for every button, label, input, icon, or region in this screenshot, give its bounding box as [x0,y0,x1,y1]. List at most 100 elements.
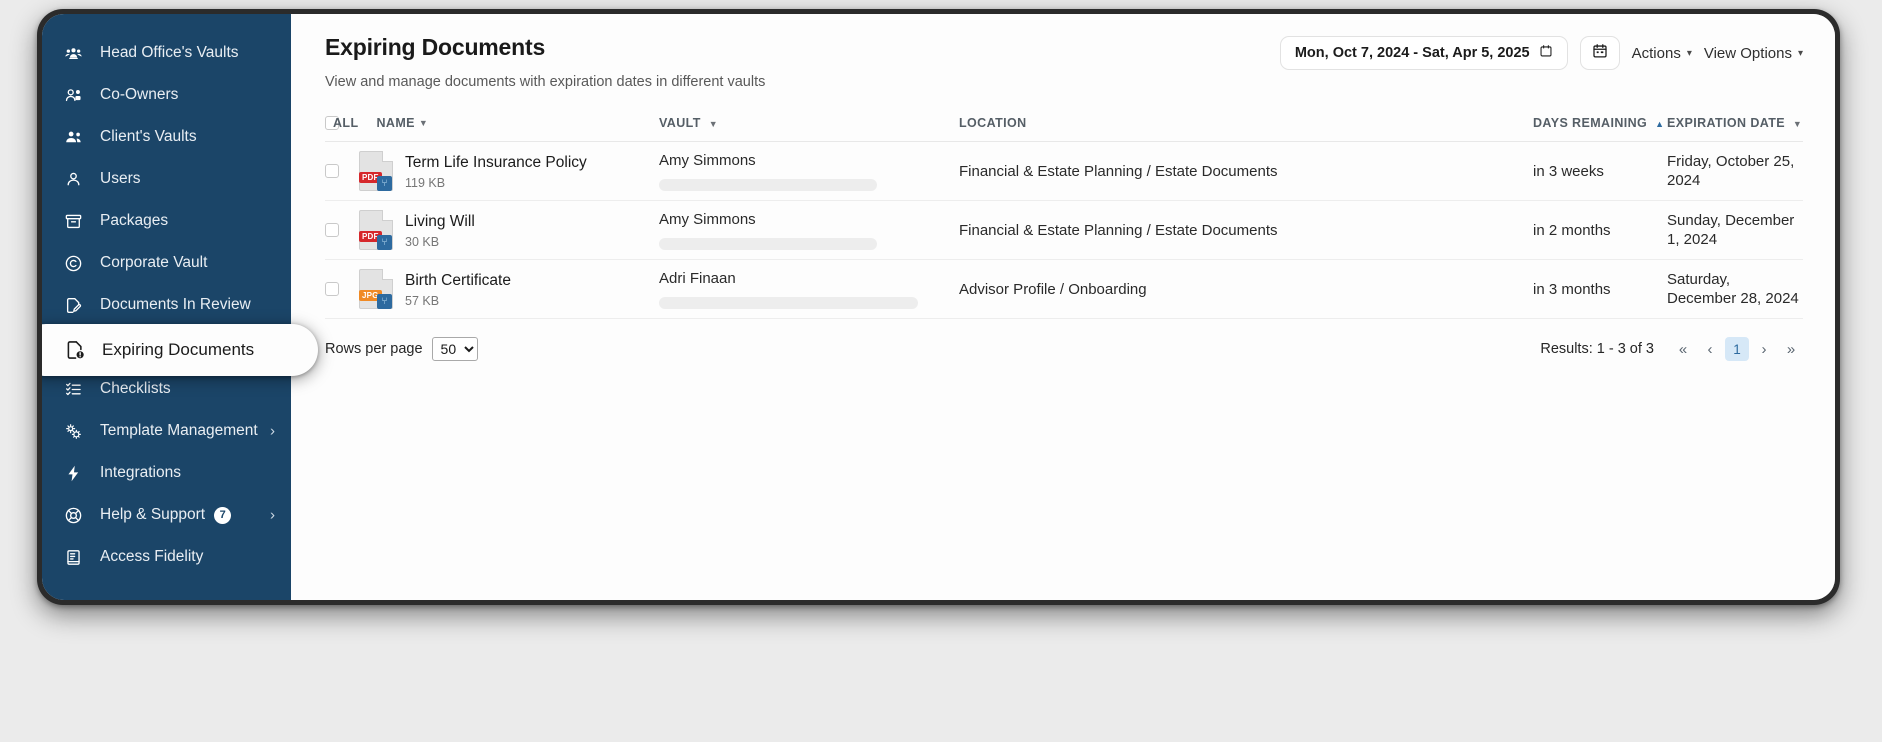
column-header-vault-label: VAULT [659,116,701,130]
sort-descending-icon: ▼ [419,118,428,128]
sidebar-item-label: Client's Vaults [100,128,197,146]
row-location-cell: Advisor Profile / Onboarding [959,280,1533,299]
sidebar-item-label: Head Office's Vaults [100,44,239,62]
document-name: Birth Certificate [405,271,511,290]
view-options-menu-button[interactable]: View Options ▾ [1704,45,1803,62]
row-checkbox[interactable] [325,223,339,237]
row-checkbox[interactable] [325,164,339,178]
main-content: Expiring Documents View and manage docum… [291,14,1835,600]
column-header-location[interactable]: LOCATION [959,116,1533,130]
document-size: 119 KB [405,176,587,190]
chevron-down-icon: ▾ [1798,48,1803,59]
help-support-badge: 7 [214,507,231,524]
results-count: Results: 1 - 3 of 3 [1540,341,1654,357]
user-icon [64,170,90,189]
page-header: Expiring Documents View and manage docum… [325,34,1803,90]
column-header-expiration-date[interactable]: EXPIRATION DATE ▼ [1667,116,1803,130]
table-row[interactable]: PDF ⑂ Living Will 30 KB Amy Simmons Fina… [325,201,1803,260]
actions-menu-button[interactable]: Actions ▾ [1632,45,1692,62]
sidebar-item-template-management[interactable]: Template Management › [42,410,291,452]
checklist-icon [64,380,90,399]
table-row[interactable]: JPG ⑂ Birth Certificate 57 KB Adri Finaa… [325,260,1803,319]
sidebar-item-integrations[interactable]: Integrations [42,452,291,494]
sidebar-item-label: Template Management [100,422,258,440]
sidebar-item-expiring-documents[interactable]: Expiring Documents [42,324,318,376]
chevron-right-icon: › [270,424,275,439]
lightning-bolt-icon [64,464,90,483]
row-name-cell: PDF ⑂ Living Will 30 KB [359,210,659,250]
row-vault-cell: Amy Simmons [659,151,959,191]
last-page-button[interactable]: » [1779,337,1803,361]
row-select-cell [325,164,359,178]
sidebar-item-label: Expiring Documents [102,340,254,360]
sidebar-item-packages[interactable]: Packages [42,200,291,242]
sidebar-item-label: Documents In Review [100,296,251,314]
column-header-vault[interactable]: VAULT ▼ [659,116,959,130]
first-page-button[interactable]: « [1671,337,1695,361]
pagination: Results: 1 - 3 of 3 « ‹ 1 › » [1540,337,1803,361]
table-row[interactable]: PDF ⑂ Term Life Insurance Policy 119 KB … [325,142,1803,201]
document-name: Term Life Insurance Policy [405,153,587,172]
vault-badge-icon: ⑂ [377,235,392,250]
page-number-button[interactable]: 1 [1725,337,1749,361]
document-size: 57 KB [405,294,511,308]
row-vault-cell: Adri Finaan [659,269,959,309]
sidebar-item-label: Integrations [100,464,181,482]
sidebar-item-access-fidelity[interactable]: Access Fidelity [42,536,291,578]
calendar-icon [1539,44,1553,62]
select-all-label: ALL [333,116,359,130]
sidebar-item-clients-vaults[interactable]: Client's Vaults [42,116,291,158]
chevron-right-icon: › [270,508,275,523]
app-window-content: Head Office's Vaults Co-Owners [42,14,1835,600]
vault-placeholder-bar [659,297,918,309]
column-header-location-label: LOCATION [959,116,1027,130]
row-days-remaining-cell: in 3 months [1533,280,1667,299]
users-icon [64,128,90,147]
rows-per-page-select[interactable]: 50 [432,337,478,361]
page-subtitle: View and manage documents with expiratio… [325,74,765,90]
next-page-button[interactable]: › [1752,337,1776,361]
calendar-picker-button[interactable] [1580,36,1620,70]
rows-per-page-label: Rows per page [325,341,423,357]
sidebar-item-co-owners[interactable]: Co-Owners [42,74,291,116]
sidebar-item-documents-in-review[interactable]: Documents In Review [42,284,291,326]
chevron-down-icon: ▾ [1687,48,1692,59]
column-header-name[interactable]: ALL NAME ▼ [359,116,659,130]
sidebar-item-corporate-vault[interactable]: Corporate Vault [42,242,291,284]
document-size: 30 KB [405,235,475,249]
sidebar-item-label: Users [100,170,140,188]
row-name-cell: PDF ⑂ Term Life Insurance Policy 119 KB [359,151,659,191]
sidebar-item-help-and-support[interactable]: Help & Support 7 › [42,494,291,536]
vault-name: Adri Finaan [659,269,959,288]
date-range-label: Mon, Oct 7, 2024 - Sat, Apr 5, 2025 [1295,45,1530,61]
column-header-days-remaining[interactable]: DAYS REMAINING ▲ [1533,116,1667,130]
pdf-file-icon: PDF ⑂ [359,151,393,191]
sidebar-item-label: Access Fidelity [100,548,203,566]
lifebuoy-icon [64,506,90,525]
user-pair-icon [64,86,90,105]
sidebar-item-label: Corporate Vault [100,254,207,272]
sidebar-item-label: Checklists [100,380,171,398]
table-header-row: ALL NAME ▼ VAULT ▼ LOCATION DAYS REMAINI… [325,116,1803,142]
date-range-button[interactable]: Mon, Oct 7, 2024 - Sat, Apr 5, 2025 [1280,36,1568,70]
column-header-name-label: NAME [377,116,415,130]
sidebar-item-users[interactable]: Users [42,158,291,200]
row-location-cell: Financial & Estate Planning / Estate Doc… [959,221,1533,240]
sidebar-item-label: Co-Owners [100,86,178,104]
row-expiration-date-cell: Sunday, December 1, 2024 [1667,211,1803,249]
row-days-remaining-cell: in 3 weeks [1533,162,1667,181]
row-select-cell [325,223,359,237]
row-checkbox[interactable] [325,282,339,296]
row-expiration-date-cell: Friday, October 25, 2024 [1667,152,1803,190]
vault-name: Amy Simmons [659,151,959,170]
previous-page-button[interactable]: ‹ [1698,337,1722,361]
document-name: Living Will [405,212,475,231]
sidebar: Head Office's Vaults Co-Owners [42,14,291,600]
book-icon [64,548,90,567]
rows-per-page-control: Rows per page 50 [325,337,478,361]
sidebar-item-label: Packages [100,212,168,230]
row-days-remaining-cell: in 2 months [1533,221,1667,240]
table-footer: Rows per page 50 Results: 1 - 3 of 3 « ‹… [325,337,1803,361]
sidebar-item-label: Help & Support [100,506,205,524]
sidebar-item-head-offices-vaults[interactable]: Head Office's Vaults [42,32,291,74]
